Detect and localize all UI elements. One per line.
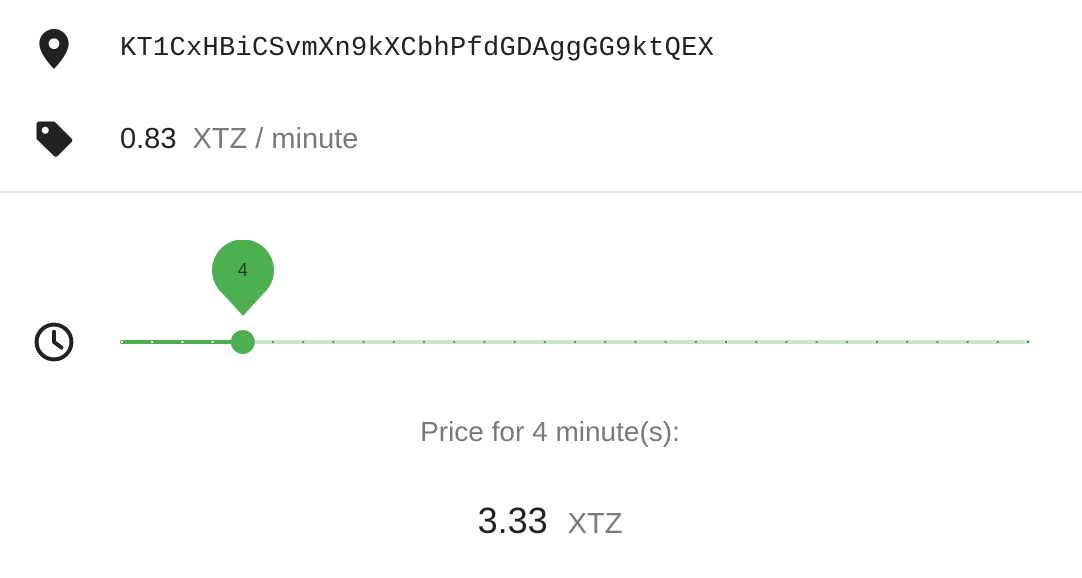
rate-display: 0.83 XTZ / minute xyxy=(120,123,358,156)
total-price-display: 3.33 XTZ xyxy=(0,500,1082,542)
contract-address: KT1CxHBiCSvmXn9kXCbhPfdGDAggGG9ktQEX xyxy=(120,34,715,64)
slider-tick xyxy=(755,341,758,343)
slider-tick xyxy=(906,341,909,343)
slider-tick xyxy=(845,341,848,343)
slider-tick xyxy=(302,341,305,343)
slider-tick xyxy=(272,341,274,343)
slider-tick xyxy=(121,341,123,343)
slider-tick xyxy=(694,341,697,343)
slider-tick xyxy=(936,341,939,343)
slider-tick xyxy=(996,341,999,343)
total-price-unit: XTZ xyxy=(567,508,623,540)
slider-tick xyxy=(574,341,576,343)
total-price-label: Price for 4 minute(s): xyxy=(420,416,680,447)
slider-tick xyxy=(785,341,788,343)
slider-value-text: 4 xyxy=(237,260,248,280)
duration-slider-row: 4 xyxy=(0,240,1082,374)
slider-tick xyxy=(362,341,365,343)
section-divider xyxy=(0,191,1082,193)
slider-tick xyxy=(392,341,395,343)
rate-value: 0.83 xyxy=(120,122,177,155)
slider-tick xyxy=(181,341,184,343)
price-tag-icon xyxy=(32,117,76,161)
slider-tick xyxy=(513,341,516,343)
slider-tick xyxy=(876,341,878,343)
slider-tick xyxy=(664,341,667,343)
slider-tick xyxy=(211,341,214,343)
total-price-value: 3.33 xyxy=(477,500,548,541)
slider-tick xyxy=(423,341,425,343)
slider-tick xyxy=(453,341,456,343)
slider-tick xyxy=(725,341,727,343)
location-pin-icon xyxy=(32,27,76,71)
rate-unit: XTZ / minute xyxy=(192,122,359,155)
slider-thumb[interactable] xyxy=(230,330,255,354)
slider-tick xyxy=(483,341,486,343)
slider-tick xyxy=(604,341,607,343)
rate-row: 0.83 XTZ / minute xyxy=(0,104,1082,174)
slider-tick xyxy=(332,341,335,343)
slider-tick xyxy=(1027,341,1029,343)
slider-tick xyxy=(815,341,818,343)
contract-address-row: KT1CxHBiCSvmXn9kXCbhPfdGDAggGG9ktQEX xyxy=(0,14,1082,84)
slider-tick xyxy=(151,341,154,343)
slider-value-label: 4 xyxy=(211,240,275,320)
slider-tick xyxy=(634,341,637,343)
lease-panel: KT1CxHBiCSvmXn9kXCbhPfdGDAggGG9ktQEX 0.8… xyxy=(0,0,1082,578)
duration-slider[interactable]: 4 xyxy=(0,240,1082,374)
slider-tick xyxy=(966,341,969,343)
slider-tick xyxy=(543,341,546,343)
